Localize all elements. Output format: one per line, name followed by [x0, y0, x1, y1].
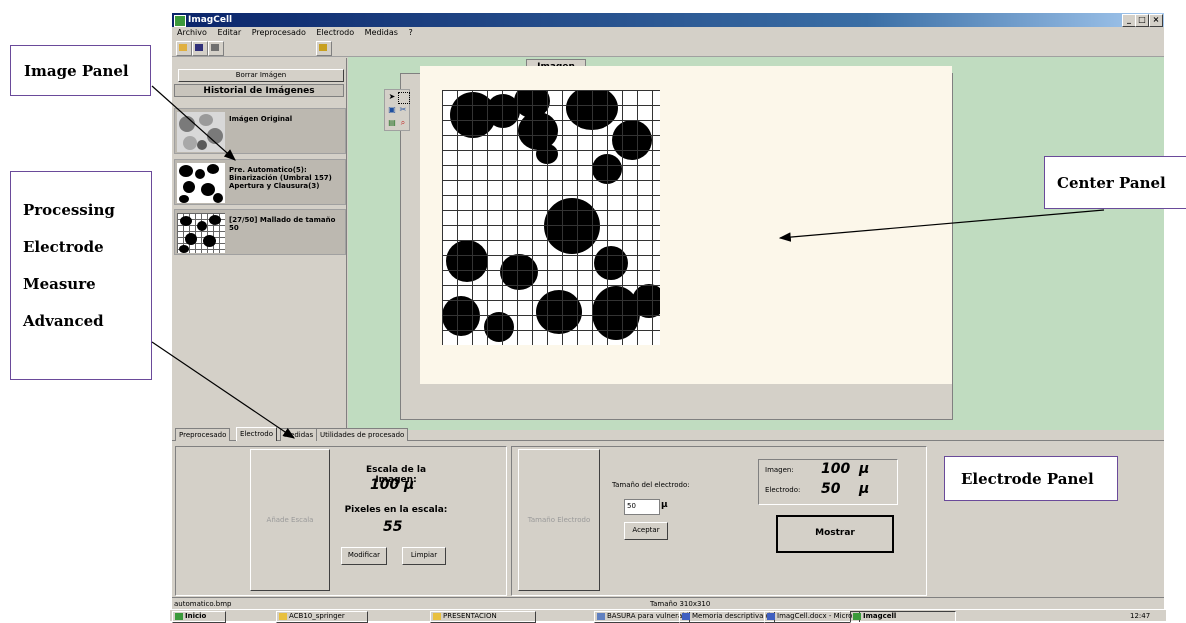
- annotation-arrows: [151, 85, 1105, 439]
- arrow-modes: [151, 341, 295, 439]
- arrow-center-panel: [778, 209, 1105, 242]
- arrow-image-panel: [151, 85, 236, 161]
